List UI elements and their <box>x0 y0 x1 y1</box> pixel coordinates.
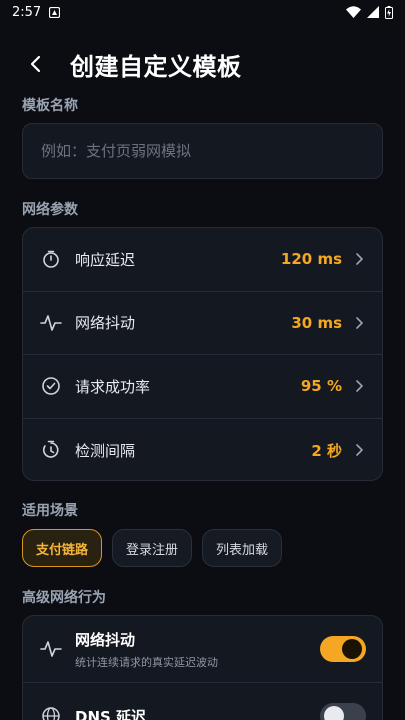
pulse-icon <box>39 311 63 335</box>
status-bar: 2:57 <box>0 0 405 24</box>
param-value: 2 秒 <box>311 441 342 460</box>
advanced-card: 网络抖动 统计连续请求的真实延迟波动 DNS 延迟 <box>22 615 383 720</box>
param-value: 30 ms <box>291 313 342 332</box>
section-title-scenarios: 适用场景 <box>22 503 78 519</box>
param-label: 响应延迟 <box>75 250 136 269</box>
check-circle-icon <box>39 374 63 398</box>
template-name-field-container[interactable] <box>22 123 383 179</box>
param-row-interval[interactable]: 检测间隔 2 秒 <box>23 419 382 481</box>
advanced-text: 网络抖动 统计连续请求的真实延迟波动 <box>75 629 218 670</box>
chevron-right-icon <box>352 316 366 330</box>
chip-login-register[interactable]: 登录注册 <box>112 529 193 567</box>
chevron-right-icon <box>352 443 366 457</box>
advanced-row-jitter: 网络抖动 统计连续请求的真实延迟波动 <box>23 616 382 683</box>
param-value: 120 ms <box>280 250 342 269</box>
globe-icon <box>39 704 63 720</box>
signal-icon <box>367 6 379 18</box>
template-name-input[interactable] <box>41 142 364 160</box>
advanced-subtitle: 统计连续请求的真实延迟波动 <box>75 655 218 669</box>
chevron-right-icon <box>352 252 366 266</box>
advanced-text: DNS 延迟 <box>75 706 146 720</box>
section-title-network-params: 网络参数 <box>22 202 78 218</box>
status-time: 2:57 <box>12 4 42 20</box>
param-label: 请求成功率 <box>75 377 151 396</box>
advanced-title: DNS 延迟 <box>75 707 147 720</box>
chevron-right-icon <box>352 379 366 393</box>
jitter-toggle[interactable] <box>320 636 366 662</box>
header: 创建自定义模板 <box>0 40 405 88</box>
chip-list-loading[interactable]: 列表加载 <box>202 529 283 567</box>
network-params-card: 响应延迟 120 ms 网络抖动 30 ms 请求成功率 95 % 检测间隔 2… <box>22 227 383 481</box>
scenario-chips: 支付链路 登录注册 列表加载 <box>22 529 283 567</box>
status-left: 2:57 <box>12 4 61 20</box>
pulse-icon <box>39 637 63 661</box>
section-title-template-name: 模板名称 <box>22 98 78 114</box>
wifi-icon <box>346 6 361 18</box>
param-row-jitter[interactable]: 网络抖动 30 ms <box>23 292 382 355</box>
chip-payment-flow[interactable]: 支付链路 <box>22 529 103 567</box>
param-label: 检测间隔 <box>75 441 136 460</box>
timer-icon <box>39 247 63 271</box>
param-label: 网络抖动 <box>75 314 136 333</box>
dns-toggle[interactable] <box>320 703 366 720</box>
interval-timer-icon <box>39 438 63 462</box>
advanced-row-dns: DNS 延迟 <box>23 683 382 720</box>
toggle-knob <box>342 639 362 659</box>
toggle-knob <box>324 706 344 720</box>
param-row-success-rate[interactable]: 请求成功率 95 % <box>23 355 382 419</box>
param-value: 95 % <box>300 377 342 396</box>
param-row-latency[interactable]: 响应延迟 120 ms <box>23 228 382 292</box>
status-right <box>346 5 393 19</box>
notification-icon <box>49 6 61 18</box>
chevron-left-icon <box>30 55 41 73</box>
advanced-title: 网络抖动 <box>75 630 136 649</box>
battery-charging-icon <box>385 5 393 19</box>
page-title: 创建自定义模板 <box>70 52 242 81</box>
section-title-advanced: 高级网络行为 <box>22 590 106 606</box>
back-button[interactable] <box>22 50 50 78</box>
